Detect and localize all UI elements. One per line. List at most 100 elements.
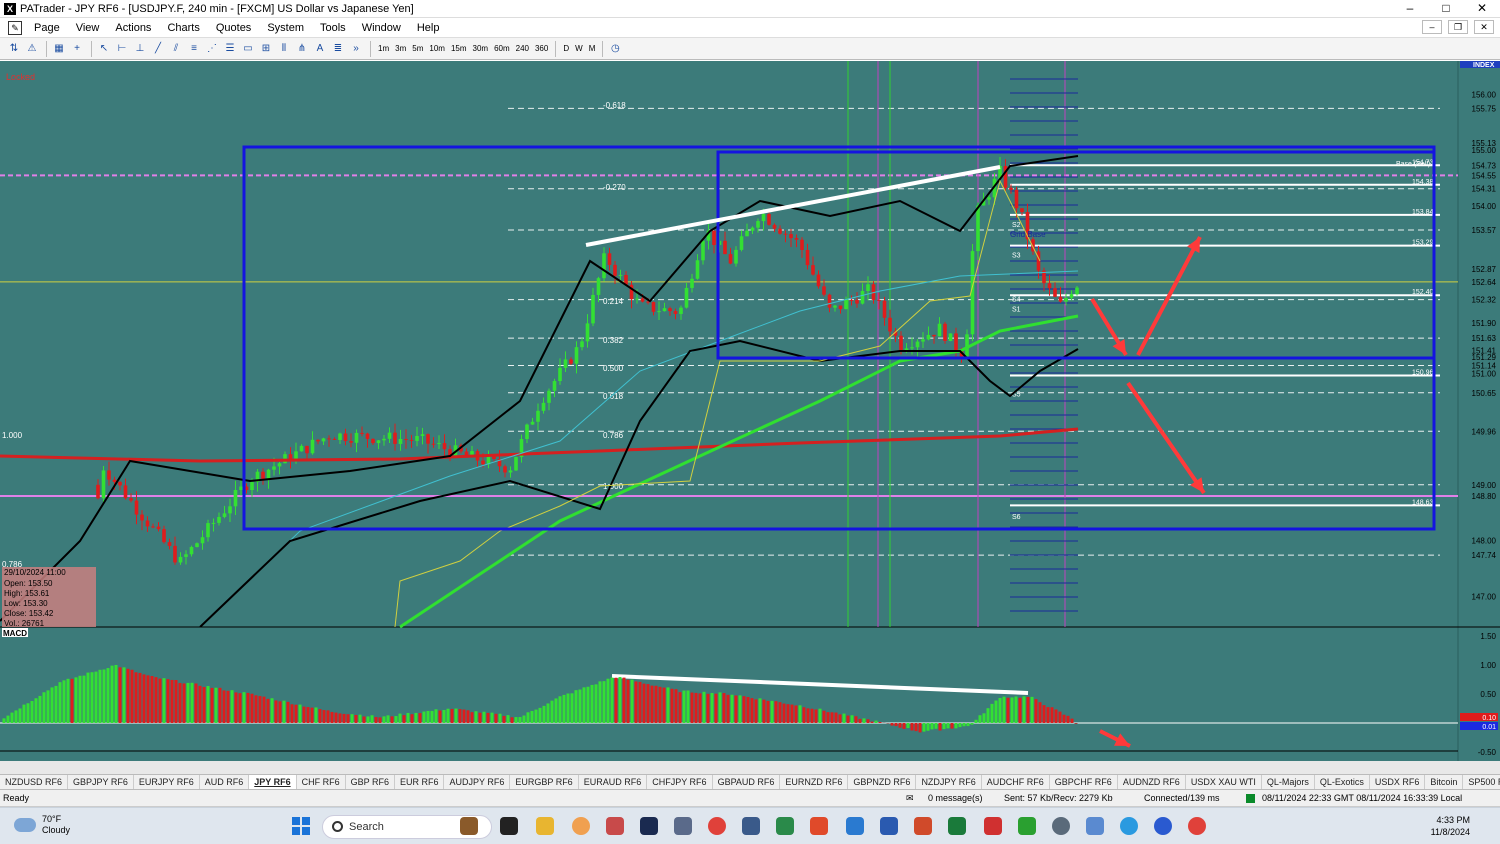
paint-icon[interactable]	[572, 817, 590, 835]
symbol-tab[interactable]: SP500 RF6	[1463, 775, 1500, 789]
settings-icon[interactable]	[1052, 817, 1070, 835]
fc-icon[interactable]	[640, 817, 658, 835]
mdi-close-button[interactable]: ✕	[1474, 20, 1494, 34]
symbol-tab[interactable]: QL-Majors	[1262, 775, 1315, 789]
gann-icon[interactable]: ⊞	[258, 41, 274, 57]
symbol-tab[interactable]: GBPAUD RF6	[713, 775, 781, 789]
notes-icon[interactable]	[742, 817, 760, 835]
tf-d[interactable]: D	[560, 44, 572, 53]
bars-icon[interactable]: ⦀	[276, 41, 292, 57]
chart-type-icon[interactable]: ▦	[51, 41, 67, 57]
tf-240[interactable]: 240	[513, 44, 532, 53]
telegram-icon[interactable]	[1120, 817, 1138, 835]
horizontal-scrollbar[interactable]	[0, 761, 1500, 774]
patrader-icon[interactable]	[606, 817, 624, 835]
tf-5m[interactable]: 5m	[409, 44, 426, 53]
word-icon[interactable]	[880, 817, 898, 835]
pitchfork-icon[interactable]: ⋔	[294, 41, 310, 57]
chart-icon[interactable]: ✎	[8, 20, 22, 35]
text-icon[interactable]: A	[312, 41, 328, 57]
status-messages[interactable]: 0 message(s)	[928, 793, 983, 803]
zoom-icon[interactable]	[1154, 817, 1172, 835]
mdi-minimize-button[interactable]: –	[1422, 20, 1442, 34]
symbol-tab[interactable]: EURGBP RF6	[510, 775, 579, 789]
more-tools-icon[interactable]: »	[348, 41, 364, 57]
symbol-tab[interactable]: EUR RF6	[395, 775, 445, 789]
symbol-tab[interactable]: USDX RF6	[1370, 775, 1426, 789]
minimize-button[interactable]: –	[1392, 0, 1428, 18]
symbol-tab[interactable]: CHFJPY RF6	[647, 775, 713, 789]
stocks-icon[interactable]	[776, 817, 794, 835]
weather-widget[interactable]: 70°F Cloudy	[14, 814, 70, 836]
menu-view[interactable]: View	[68, 22, 108, 34]
powerpoint-icon[interactable]	[914, 817, 932, 835]
symbol-tab[interactable]: EURJPY RF6	[134, 775, 200, 789]
symbol-tab[interactable]: GBPJPY RF6	[68, 775, 134, 789]
symbol-tab[interactable]: NZDJPY RF6	[916, 775, 982, 789]
excel-icon[interactable]	[948, 817, 966, 835]
alert-icon[interactable]: ⚠	[24, 41, 40, 57]
mdi-restore-button[interactable]: ❐	[1448, 20, 1468, 34]
symbol-tab[interactable]: JPY RF6	[249, 775, 297, 789]
tf-60m[interactable]: 60m	[491, 44, 513, 53]
menu-window[interactable]: Window	[354, 22, 409, 34]
maximize-button[interactable]: □	[1428, 0, 1464, 18]
menu-charts[interactable]: Charts	[159, 22, 207, 34]
tf-m[interactable]: M	[586, 44, 599, 53]
clock-icon[interactable]: ◷	[607, 41, 623, 57]
menu-system[interactable]: System	[259, 22, 312, 34]
tf-w[interactable]: W	[572, 44, 586, 53]
pointer-icon[interactable]: ↖	[96, 41, 112, 57]
terminal-icon[interactable]	[500, 817, 518, 835]
mail-icon[interactable]: ✉	[906, 793, 914, 804]
buy-sell-icon[interactable]: ⇅	[6, 41, 22, 57]
symbol-tab[interactable]: USDX XAU WTI	[1186, 775, 1262, 789]
tf-3m[interactable]: 3m	[392, 44, 409, 53]
c-red-icon[interactable]	[984, 817, 1002, 835]
close-button[interactable]: ✕	[1464, 0, 1500, 18]
menu-tools[interactable]: Tools	[312, 22, 354, 34]
chrome-icon[interactable]	[708, 817, 726, 835]
menu-actions[interactable]: Actions	[107, 22, 159, 34]
symbol-tab[interactable]: GBP RF6	[346, 775, 395, 789]
fib-icon[interactable]: ≡	[186, 41, 202, 57]
crosshair-icon[interactable]: +	[69, 41, 85, 57]
calculator-icon[interactable]	[674, 817, 692, 835]
symbol-tab[interactable]: AUDCHF RF6	[982, 775, 1050, 789]
menu-page[interactable]: Page	[26, 22, 68, 34]
c-green-icon[interactable]	[1018, 817, 1036, 835]
symbol-tab[interactable]: AUDNZD RF6	[1118, 775, 1186, 789]
symbol-tab[interactable]: GBPNZD RF6	[848, 775, 917, 789]
tf-15m[interactable]: 15m	[448, 44, 470, 53]
symbol-tab[interactable]: AUD RF6	[200, 775, 250, 789]
symbol-tab[interactable]: GBPCHF RF6	[1050, 775, 1118, 789]
levels-icon[interactable]: ≣	[330, 41, 346, 57]
symbol-tab[interactable]: Bitcoin	[1425, 775, 1464, 789]
tf-10m[interactable]: 10m	[426, 44, 448, 53]
fib-fan-icon[interactable]: ⋰	[204, 41, 220, 57]
symbol-tab[interactable]: EURAUD RF6	[579, 775, 648, 789]
chart-canvas[interactable]: Locked INDEX -0.618-0.2700.2140.3820.500…	[0, 61, 1500, 771]
vline-icon[interactable]: ⊥	[132, 41, 148, 57]
grid-icon[interactable]: ☰	[222, 41, 238, 57]
price-chart[interactable]: Locked INDEX -0.618 -0.270 0.214 0.382 0.500…	[0, 61, 1500, 771]
symbol-tab[interactable]: QL-Exotics	[1315, 775, 1370, 789]
symbol-tab[interactable]: NZDUSD RF6	[0, 775, 69, 789]
menu-help[interactable]: Help	[409, 22, 448, 34]
symbol-tab[interactable]: EURNZD RF6	[780, 775, 849, 789]
chrome-2-icon[interactable]	[1188, 817, 1206, 835]
folder-icon[interactable]	[536, 817, 554, 835]
symbol-tab[interactable]: AUDJPY RF6	[444, 775, 511, 789]
tf-1m[interactable]: 1m	[375, 44, 392, 53]
system-clock[interactable]: 4:33 PM 11/8/2024	[1431, 814, 1470, 838]
windows-start-icon[interactable]	[292, 817, 310, 835]
menu-quotes[interactable]: Quotes	[208, 22, 259, 34]
hline-icon[interactable]: ⊢	[114, 41, 130, 57]
screen-icon[interactable]	[1086, 817, 1104, 835]
channel-icon[interactable]: ⫽	[168, 41, 184, 57]
briefcase-icon[interactable]	[460, 817, 478, 835]
tf-360[interactable]: 360	[532, 44, 551, 53]
tf-30m[interactable]: 30m	[470, 44, 492, 53]
trendline-icon[interactable]: ╱	[150, 41, 166, 57]
s-app-icon[interactable]	[810, 817, 828, 835]
